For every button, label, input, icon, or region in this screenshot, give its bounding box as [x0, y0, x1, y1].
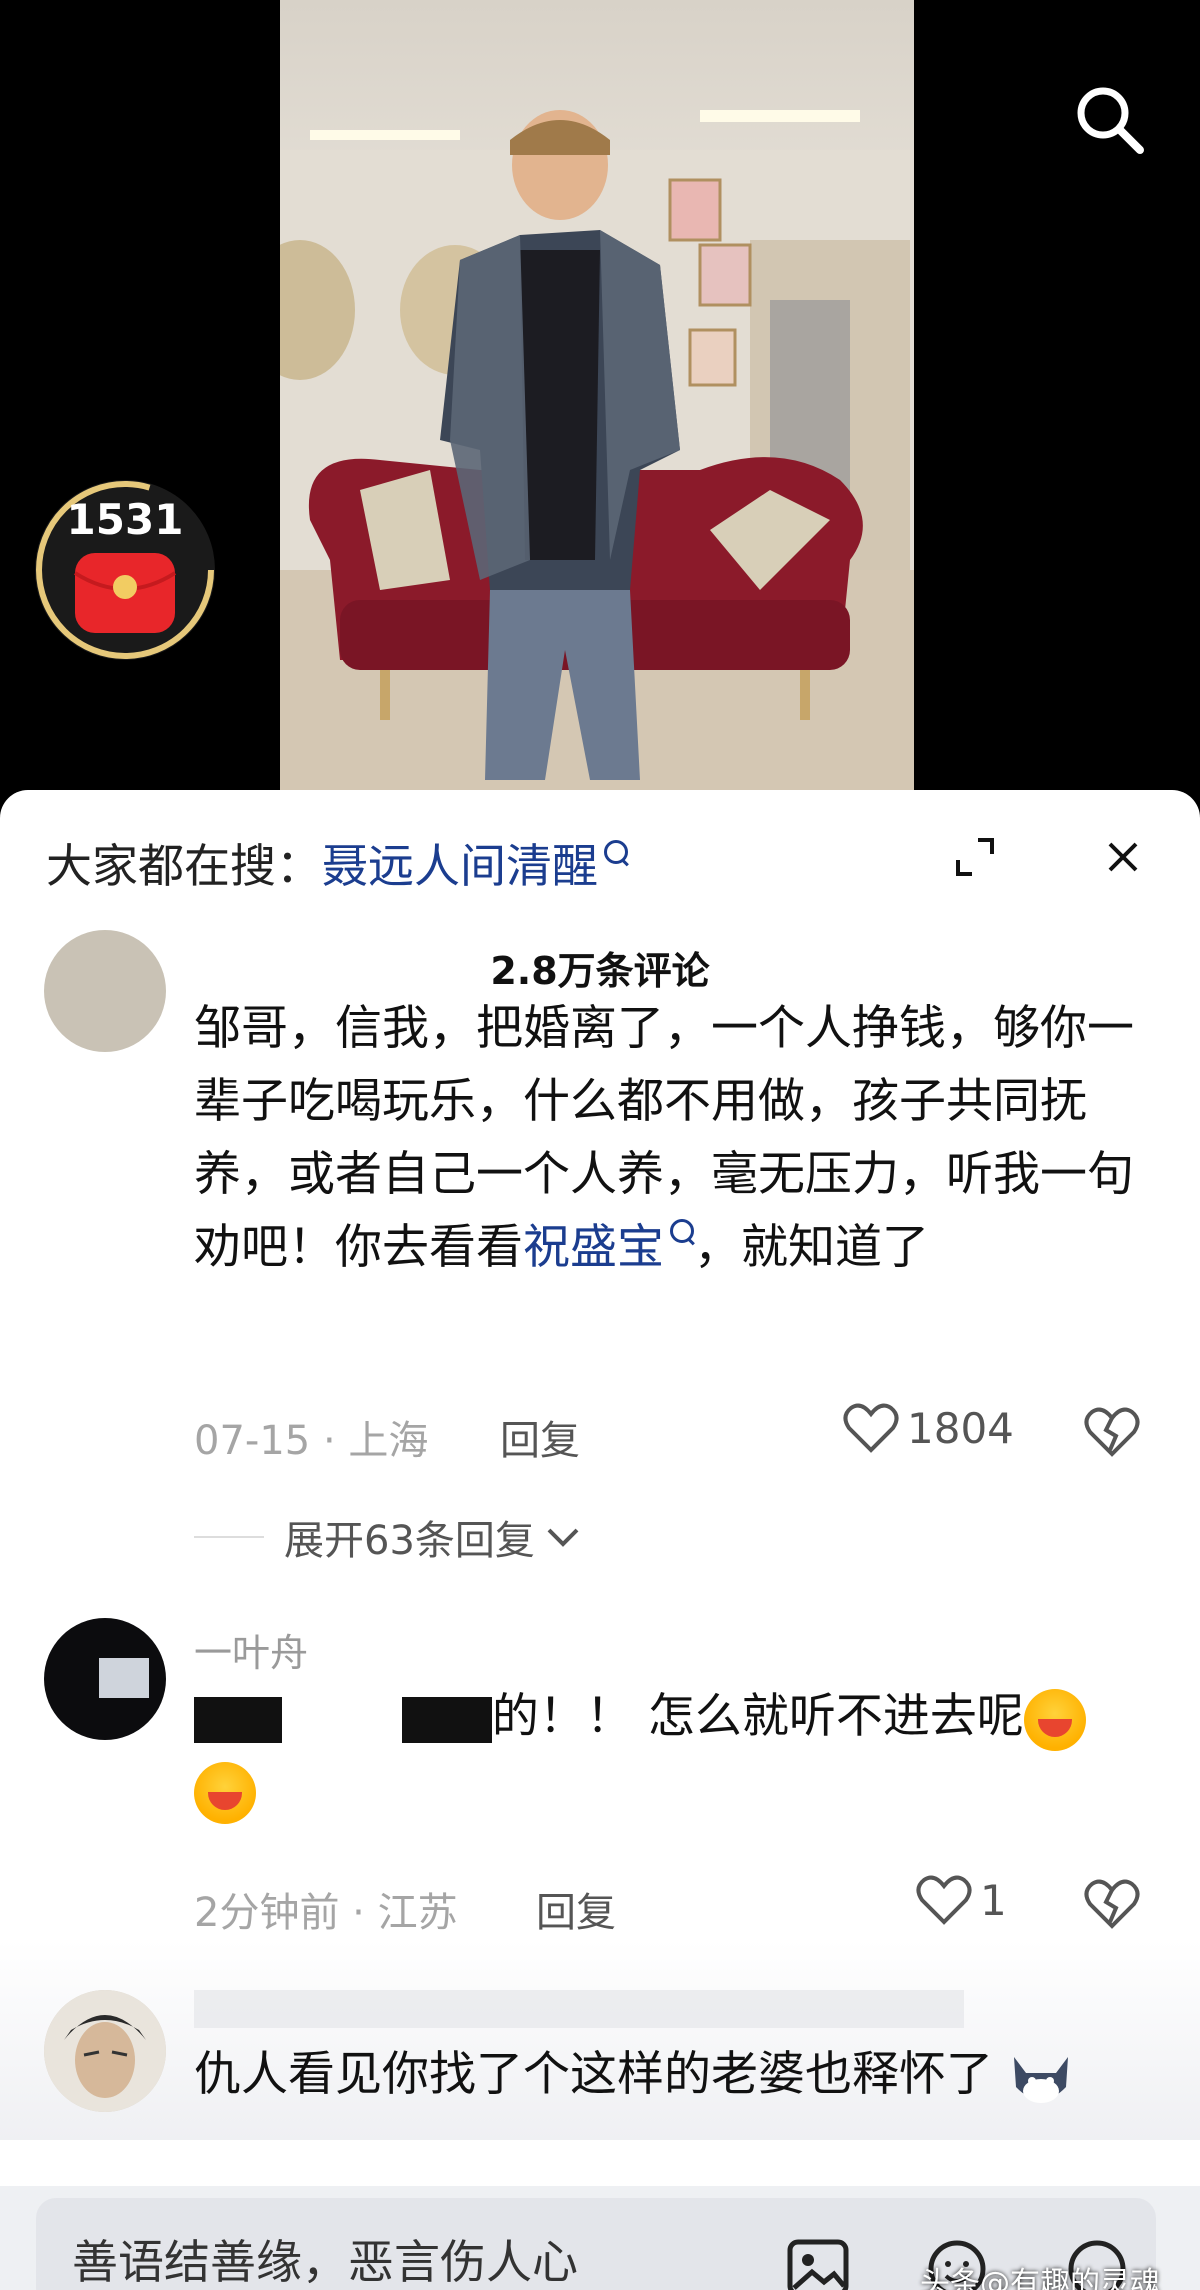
avatar[interactable]	[44, 930, 166, 1052]
hot-search-link[interactable]: 大家都在搜：聂远人间清醒	[46, 830, 628, 896]
comment-item: 邹哥，信我，把婚离了，一个人挣钱，够你一辈子吃喝玩乐，什么都不用做，孩子共同抚养…	[0, 930, 1200, 1380]
redacted-username	[194, 1990, 964, 2028]
like-button[interactable]: 1804	[843, 1402, 1014, 1454]
expand-replies-label: 展开63条回复	[284, 1518, 535, 1564]
chevron-down-icon	[547, 1528, 579, 1547]
search-icon	[1077, 87, 1144, 154]
dog-emoji	[1008, 2047, 1074, 2109]
close-button[interactable]	[1098, 832, 1148, 882]
like-count: 1	[980, 1875, 1007, 1925]
image-button[interactable]	[786, 2238, 850, 2290]
watermark: 头条@有趣的灵魂	[920, 2266, 1160, 2290]
red-packet-count: 1531	[66, 495, 184, 544]
comment-text: 邹哥，信我，把婚离了，一个人挣钱，够你一辈子吃喝玩乐，什么都不用做，孩子共同抚养…	[194, 1001, 1134, 1275]
dislike-button[interactable]	[1082, 1404, 1142, 1460]
comment-date: 07-15	[194, 1418, 311, 1464]
comment-date: 2分钟前	[194, 1890, 340, 1936]
image-icon	[787, 2239, 849, 2290]
mention-link[interactable]: 祝盛宝	[523, 1220, 664, 1275]
redacted-block	[401, 1696, 492, 1743]
avatar[interactable]	[44, 1618, 166, 1740]
close-icon	[1108, 842, 1138, 872]
red-packet-widget[interactable]: 1531	[30, 475, 220, 665]
broken-heart-icon	[1084, 1407, 1140, 1457]
redacted-block	[194, 1696, 282, 1743]
comment-meta: 2分钟前 · 江苏	[194, 1880, 458, 1938]
broken-heart-icon	[1084, 1879, 1140, 1929]
crying-laugh-emoji	[1023, 1688, 1086, 1751]
reply-button[interactable]: 回复	[536, 1880, 616, 1938]
hot-search-prefix: 大家都在搜：	[46, 839, 322, 893]
comment-sheet: 大家都在搜：聂远人间清醒 2.8万条评论 邹哥，信我，把婚离了，一个人挣钱，够你…	[0, 790, 1200, 2290]
like-button[interactable]: 1	[916, 1874, 1007, 1926]
dislike-button[interactable]	[1082, 1876, 1142, 1932]
divider	[194, 1536, 264, 1538]
crying-laugh-emoji	[194, 1761, 256, 1824]
comment-count: 2.8万条评论	[490, 949, 710, 993]
video-frame[interactable]	[280, 0, 914, 800]
avatar[interactable]	[44, 1990, 166, 2112]
comment-username[interactable]: 一叶舟	[194, 1622, 308, 1677]
video-player[interactable]: 1531	[0, 0, 1200, 800]
comment-location: 上海	[348, 1418, 429, 1464]
meta-separator: ·	[352, 1890, 378, 1936]
hot-search-term[interactable]: 聂远人间清醒	[322, 839, 598, 893]
comment-text: 仇人看见你找了个这样的老婆也释怀了	[194, 2038, 1154, 2111]
search-link-icon	[670, 1219, 694, 1243]
meta-separator: ·	[322, 1418, 349, 1464]
expand-replies-button[interactable]: 展开63条回复	[194, 1508, 583, 1566]
comment-input-placeholder: 善语结善缘，恶言伤人心	[72, 2235, 578, 2289]
comment-text: 的！！ 怎么就听不进去呢	[194, 1680, 1154, 1826]
video-scene	[280, 110, 914, 800]
heart-icon	[916, 1875, 972, 1925]
search-button[interactable]	[1070, 80, 1150, 160]
expand-icon	[956, 838, 994, 876]
reply-button[interactable]: 回复	[500, 1408, 580, 1466]
like-count: 1804	[907, 1403, 1014, 1453]
expand-button[interactable]	[950, 832, 1000, 882]
avatar-blur	[99, 1658, 149, 1698]
avatar-illustration	[44, 1990, 166, 2112]
comment-meta: 07-15 · 上海	[194, 1408, 428, 1466]
heart-icon	[843, 1403, 899, 1453]
comment-location: 江苏	[377, 1890, 458, 1936]
search-link-icon	[604, 840, 628, 864]
